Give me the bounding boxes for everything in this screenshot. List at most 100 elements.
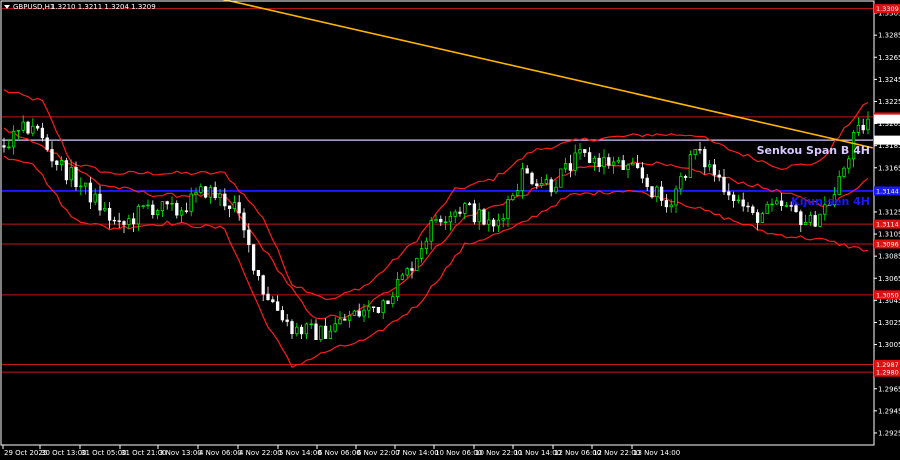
candle-body — [583, 149, 587, 153]
candle-body — [621, 160, 625, 170]
chart-header: GBPUSD,H1 1.3210 1.3211 1.3204 1.3209 — [4, 3, 156, 11]
candle-body — [59, 160, 64, 165]
price-tag-kijun: 1.3144 — [874, 186, 900, 196]
candle-body — [40, 127, 45, 139]
candle-body — [280, 310, 285, 321]
candle-body — [155, 210, 160, 215]
candle-body — [16, 129, 21, 132]
candle-body — [88, 182, 93, 203]
price-chart[interactable]: Senkou Span B 4H Kijun-sen 4H 1.33051.32… — [0, 0, 900, 460]
candle-body — [770, 203, 774, 206]
candle-body — [285, 319, 289, 322]
candle-body — [506, 199, 510, 219]
candle-body — [746, 205, 750, 208]
candle-body — [194, 192, 198, 195]
price-tag-text: 1.3050 — [876, 291, 899, 299]
price-tag-s4: 1.2987 — [874, 359, 900, 369]
candle-body — [165, 201, 169, 205]
candle-body — [707, 164, 712, 168]
candle-body — [674, 188, 678, 206]
candle-body — [395, 279, 400, 297]
candle-body — [45, 137, 49, 150]
x-tick-label: 4 Nov 22:00 — [239, 449, 282, 457]
x-tick-label: 6 Nov 06:00 — [318, 449, 361, 457]
candle-body — [371, 306, 376, 308]
candle-body — [69, 167, 73, 181]
candle-body — [323, 325, 328, 339]
candle-body — [328, 330, 333, 339]
senkou-span-label: Senkou Span B 4H — [757, 144, 870, 157]
candle-body — [626, 164, 630, 170]
candle-body — [664, 200, 669, 208]
candle-body — [784, 205, 789, 207]
candle-body — [597, 157, 601, 167]
candle-body — [842, 167, 846, 177]
x-tick-label: 5 Nov 14:00 — [279, 449, 322, 457]
candle — [319, 325, 323, 343]
candle-body — [122, 221, 126, 225]
candle-body — [520, 168, 525, 191]
candle-body — [573, 152, 577, 171]
candle — [26, 120, 30, 135]
candle-body — [813, 215, 817, 227]
price-tag-s3: 1.3050 — [874, 290, 900, 300]
candle-body — [554, 186, 558, 193]
candle-body — [386, 300, 390, 305]
candle-body — [727, 191, 731, 196]
candle-body — [299, 326, 304, 335]
candle-body — [146, 204, 150, 207]
candle-body — [21, 121, 25, 131]
candle-body — [266, 293, 270, 301]
y-tick-label: 1.3065 — [878, 275, 900, 283]
candle-body — [760, 213, 765, 223]
candle-body — [415, 257, 419, 271]
candle-body — [688, 154, 693, 178]
price-tag-text: 1.3190 — [876, 137, 899, 145]
candle-body — [179, 210, 184, 216]
candle-body — [818, 213, 822, 227]
candle — [559, 168, 563, 188]
candle — [203, 186, 208, 199]
candle-body — [338, 318, 342, 325]
candle-body — [443, 221, 448, 223]
candle-body — [803, 221, 808, 226]
candle-body — [2, 145, 6, 148]
candle-body — [722, 176, 726, 193]
candle-body — [698, 148, 702, 151]
candle-body — [391, 296, 395, 305]
candle-body — [213, 187, 217, 199]
candle-body — [31, 125, 35, 134]
x-tick-label: 4 Nov 06:00 — [199, 449, 242, 457]
x-tick-label: 6 Nov 22:00 — [357, 449, 400, 457]
y-tick-label: 1.3005 — [878, 341, 900, 349]
candle-body — [439, 218, 443, 223]
candle-body — [333, 323, 337, 332]
candle-body — [568, 163, 573, 171]
y-tick-label: 1.2945 — [878, 407, 900, 415]
candle-body — [539, 183, 544, 186]
candle-body — [511, 195, 515, 200]
candle-body — [362, 309, 366, 317]
candle-body — [419, 248, 424, 259]
candle-body — [751, 206, 755, 213]
candle-body — [587, 152, 592, 163]
candle-body — [275, 301, 280, 311]
candle-body — [525, 168, 529, 174]
candle-body — [611, 161, 616, 166]
candle-body — [631, 163, 635, 166]
chart-ohlc: 1.3210 1.3211 1.3204 1.3209 — [51, 3, 156, 11]
candle-body — [861, 124, 865, 131]
candle-body — [309, 323, 313, 326]
candle-body — [467, 203, 472, 205]
candle-body — [160, 201, 165, 212]
candle-body — [736, 199, 741, 202]
candle-body — [448, 215, 453, 223]
candle-body — [650, 186, 654, 198]
candle-body — [74, 167, 78, 188]
candle-body — [635, 163, 640, 169]
candle-body — [50, 149, 54, 162]
candle-body — [496, 219, 501, 227]
candle-body — [352, 310, 357, 316]
candle-body — [218, 193, 222, 199]
candle — [530, 171, 534, 186]
